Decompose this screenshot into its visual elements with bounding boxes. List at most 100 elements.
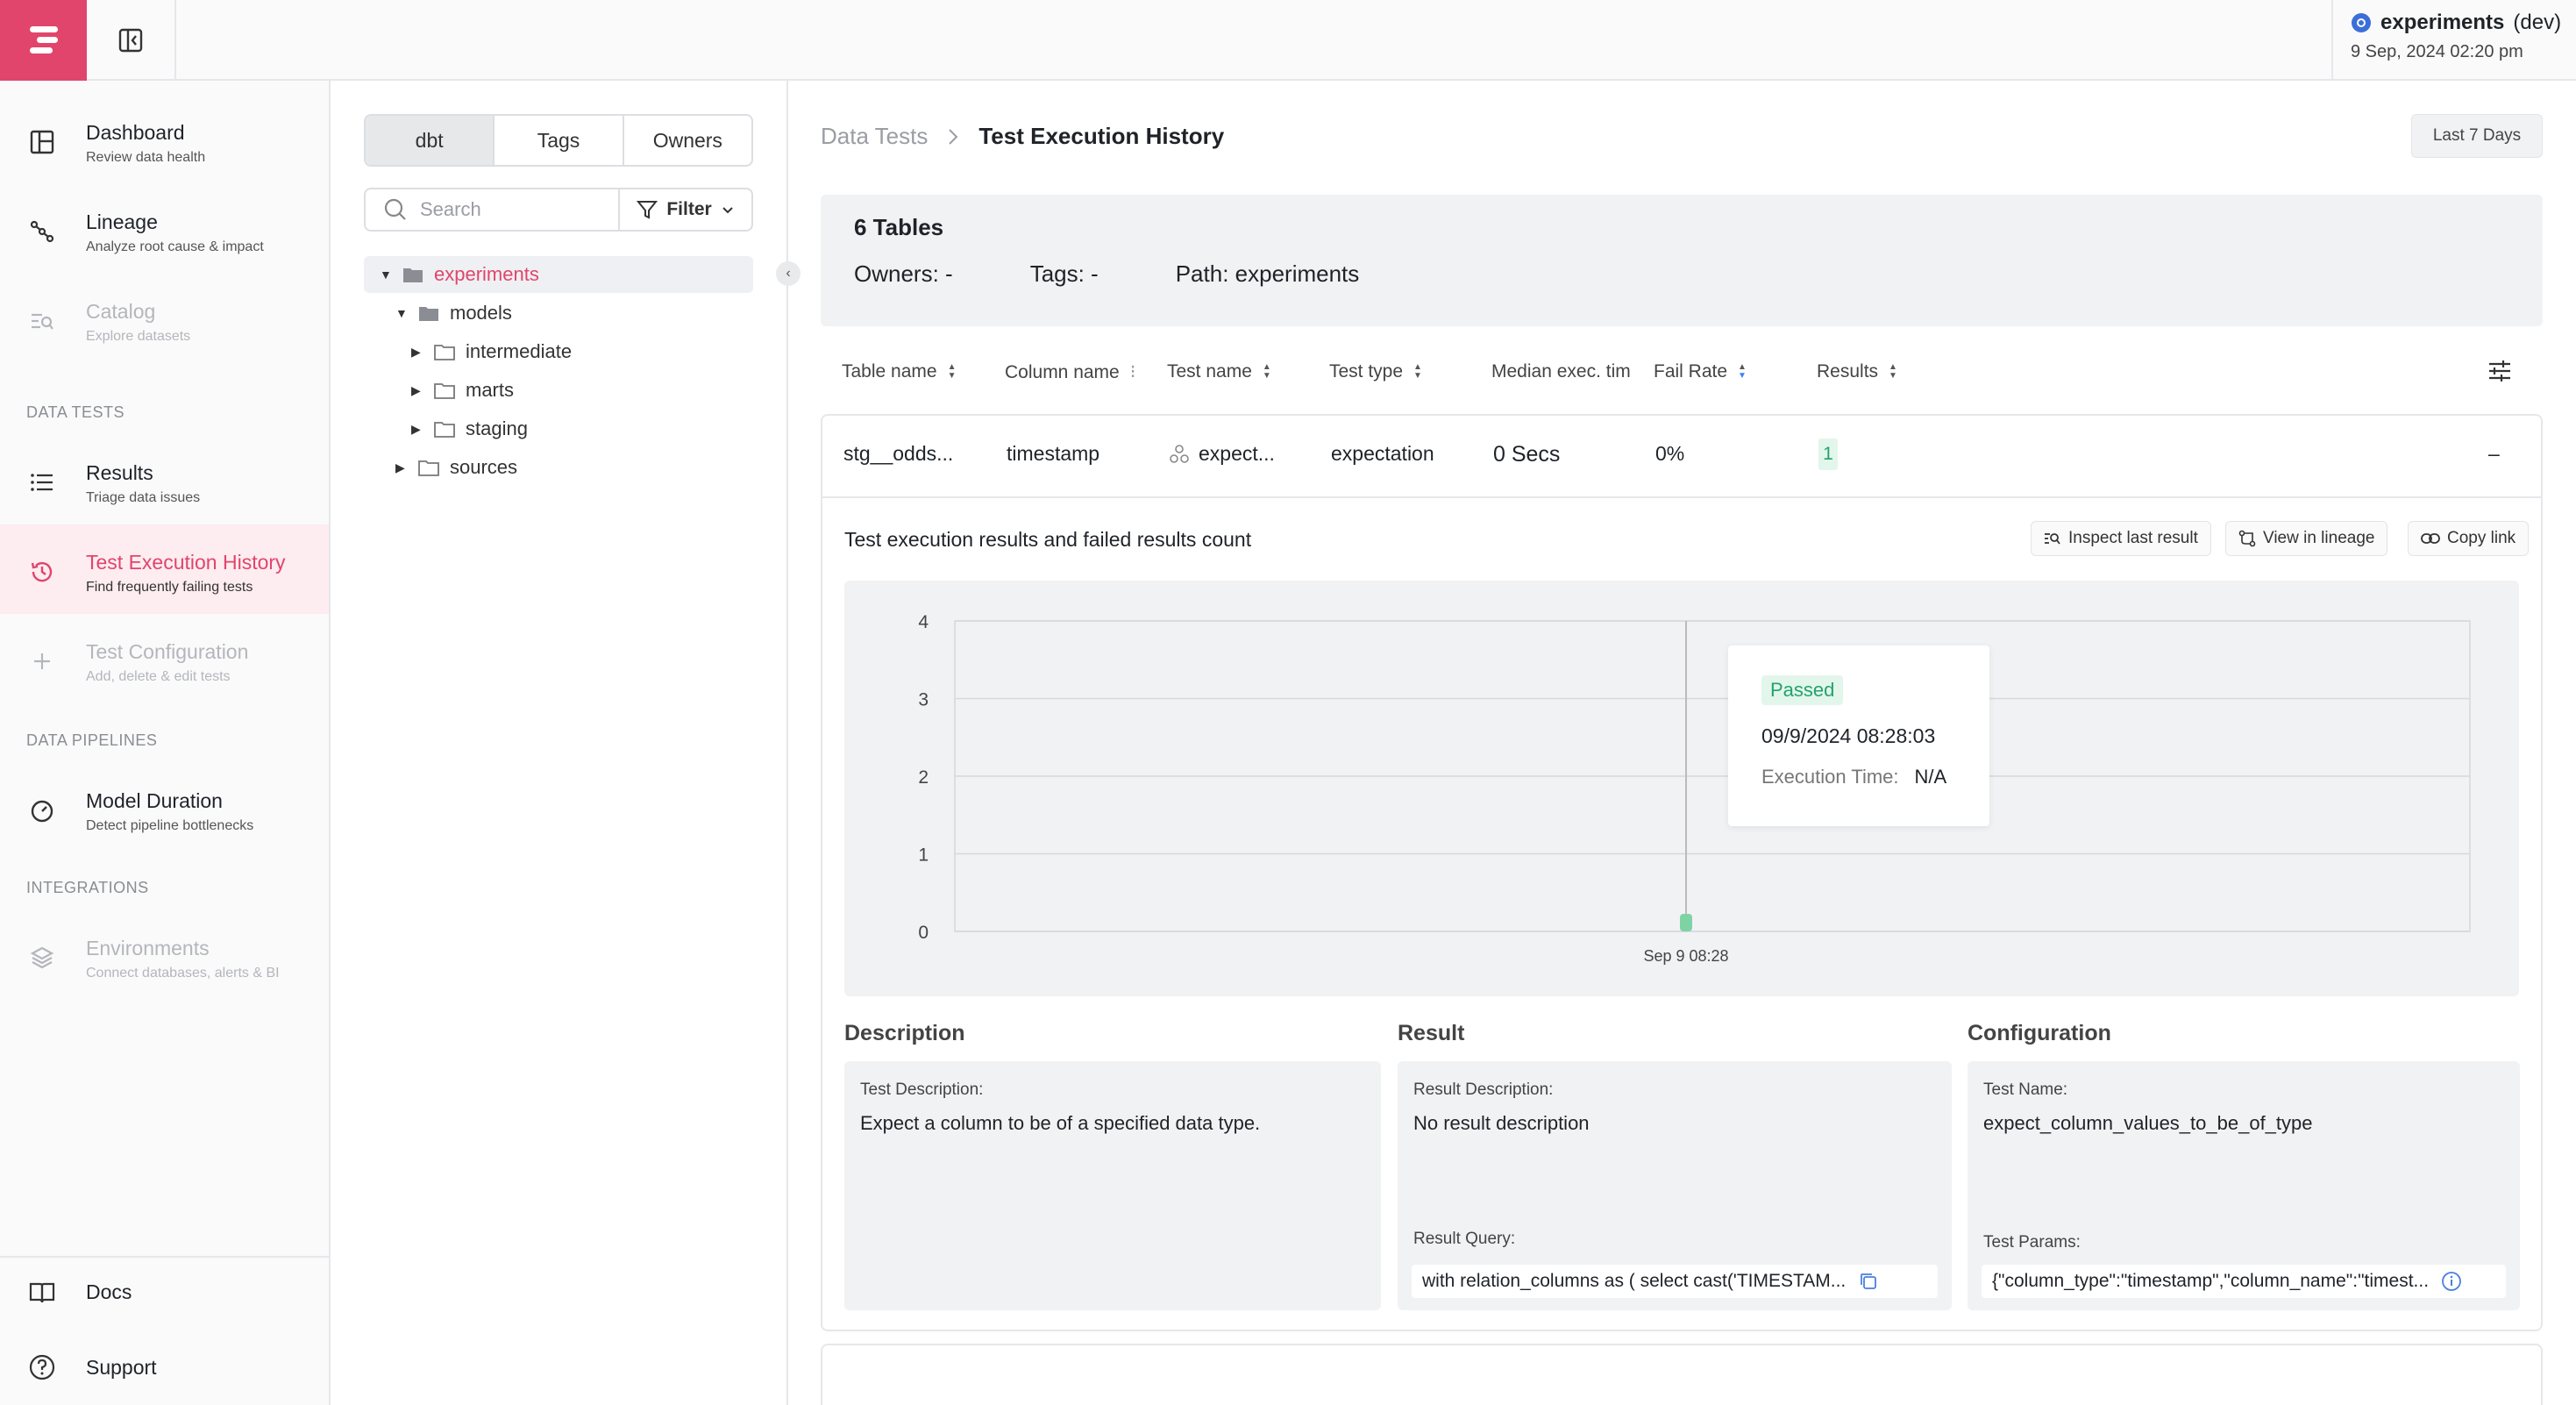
description-label: Test Description:: [860, 1080, 984, 1099]
status-badge: Passed: [1761, 675, 1844, 705]
sidebar-item-catalog[interactable]: Catalog Explore datasets: [0, 274, 329, 363]
y-tick-label: 3: [918, 690, 929, 710]
tree-panel: dbt Tags Owners Search Filter ‹ ▼ experi…: [331, 81, 801, 1405]
config-label: Test Name:: [1983, 1080, 2068, 1099]
col-results[interactable]: Results ▲ ▼: [1817, 361, 1897, 382]
docs-link[interactable]: Docs: [26, 1280, 132, 1304]
support-link[interactable]: Support: [26, 1354, 157, 1380]
results-badge[interactable]: 1: [1818, 439, 1838, 470]
cell-test-name: expect...: [1169, 442, 1275, 466]
action-label: Copy link: [2447, 529, 2516, 547]
view-in-lineage-button[interactable]: View in lineage: [2225, 521, 2388, 556]
tab-dbt[interactable]: dbt: [366, 116, 495, 165]
info-icon[interactable]: [2441, 1271, 2462, 1292]
tree-node-experiments[interactable]: ▼ experiments: [364, 256, 753, 293]
tree-node-label: experiments: [434, 263, 539, 285]
description-panel: Test Description: Expect a column to be …: [844, 1061, 1381, 1310]
nav-subtitle: Connect databases, alerts & BI: [86, 966, 280, 981]
action-label: Inspect last result: [2068, 529, 2198, 547]
col-table-name[interactable]: Table name ▲ ▼: [842, 361, 956, 382]
cell-test-type: expectation: [1331, 442, 1434, 465]
chart-title: Test execution results and failed result…: [844, 528, 1252, 551]
list-icon: [26, 467, 58, 498]
link-icon: [2421, 533, 2440, 544]
summary-owners: Owners: -: [854, 260, 953, 287]
sidebar-item-test-configuration[interactable]: Test Configuration Add, delete & edit tes…: [0, 614, 329, 703]
environment-selector[interactable]: experiments (dev) 9 Sep, 2024 02:20 pm: [2331, 0, 2576, 81]
app-logo[interactable]: [0, 0, 87, 81]
tooltip-date: 09/9/2024 08:28:03: [1761, 724, 1936, 747]
book-icon: [26, 1281, 58, 1304]
folder-icon: [434, 345, 455, 360]
result-query-text: with relation_columns as ( select cast('…: [1422, 1271, 1847, 1291]
nav-title: Test Configuration: [86, 640, 249, 663]
sidebar-item-test-execution-history[interactable]: Test Execution History Find frequently fa…: [0, 524, 329, 614]
sort-icon: ▲ ▼: [1413, 362, 1422, 381]
col-test-name[interactable]: Test name ▲ ▼: [1167, 361, 1271, 382]
col-median-exec[interactable]: Median exec. tim: [1491, 361, 1631, 382]
test-name-label: expect...: [1199, 442, 1275, 465]
description-value: Expect a column to be of a specified dat…: [860, 1112, 1261, 1134]
copy-link-button[interactable]: Copy link: [2408, 521, 2530, 556]
chevron-down-icon: [722, 207, 733, 214]
result-label: Result Description:: [1413, 1080, 1554, 1099]
filter-button[interactable]: Filter: [618, 188, 753, 232]
col-label: Median exec. tim: [1491, 361, 1631, 382]
tree-node-label: marts: [466, 379, 514, 401]
column-settings-button[interactable]: [2487, 358, 2513, 384]
tree-node-intermediate[interactable]: ▶ intermediate: [411, 333, 572, 370]
tab-owners[interactable]: Owners: [624, 116, 751, 165]
sidebar-item-results[interactable]: Results Triage data issues: [0, 435, 329, 524]
sidebar-item-model-duration[interactable]: Model Duration Detect pipeline bottleneck…: [0, 763, 329, 852]
tree-node-staging[interactable]: ▶ staging: [411, 410, 528, 447]
result-value: No result description: [1413, 1112, 1590, 1134]
sort-icon: ▲ ▼: [1262, 362, 1271, 381]
date-range-button[interactable]: Last 7 Days: [2411, 114, 2543, 158]
inspect-last-result-button[interactable]: Inspect last result: [2031, 521, 2211, 556]
y-tick-label: 4: [918, 612, 929, 632]
sidebar-divider: [0, 1256, 329, 1258]
search-input[interactable]: Search: [364, 188, 620, 232]
chart-svg: 0 1 2 3 4 Sep 9 08:28: [918, 612, 2471, 965]
tree-node-sources[interactable]: ▶ sources: [395, 449, 517, 486]
tab-tags[interactable]: Tags: [495, 116, 624, 165]
sliders-icon: [2489, 360, 2510, 382]
test-package-icon: [1170, 444, 1189, 463]
col-column-name[interactable]: Column name ⁝: [1005, 361, 1135, 383]
col-fail-rate[interactable]: Fail Rate ▲ ▼: [1654, 361, 1747, 382]
nav-title: Lineage: [86, 210, 158, 233]
tree-tab-group: dbt Tags Owners: [364, 114, 753, 167]
nav-subtitle: Add, delete & edit tests: [86, 669, 231, 684]
tree-node-label: models: [450, 302, 512, 324]
breadcrumb-data-tests[interactable]: Data Tests: [821, 123, 928, 150]
folder-open-icon: [403, 268, 423, 282]
sidebar-item-lineage[interactable]: Lineage Analyze root cause & impact: [0, 184, 329, 274]
catalog-icon: [26, 305, 58, 337]
tree-node-marts[interactable]: ▶ marts: [411, 372, 514, 409]
panel-left-icon: [118, 28, 143, 53]
table-row[interactable]: [821, 1344, 2543, 1405]
copy-icon[interactable]: [1858, 1271, 1879, 1292]
tree-node-label: staging: [466, 417, 528, 439]
nav-subtitle: Review data health: [86, 150, 206, 165]
tree-node-models[interactable]: ▼ models: [395, 295, 512, 332]
caret-right-icon: ▶: [395, 460, 405, 474]
caret-right-icon: ▶: [411, 421, 421, 436]
nav-title: Results: [86, 461, 153, 484]
col-label: Test type: [1329, 361, 1404, 382]
sidebar-item-environments[interactable]: Environments Connect databases, alerts & …: [0, 910, 329, 1000]
inspect-icon: [2045, 533, 2060, 545]
collapse-row-button[interactable]: –: [2488, 442, 2500, 466]
nav-title: Model Duration: [86, 789, 223, 812]
nav-title: Dashboard: [86, 121, 185, 144]
table-row[interactable]: stg__odds... timestamp expect... expecta…: [822, 416, 2541, 498]
env-suffix: (dev): [2513, 11, 2562, 34]
help-icon: [26, 1354, 58, 1380]
cell-fail-rate: 0%: [1655, 442, 1685, 465]
col-test-type[interactable]: Test type ▲ ▼: [1329, 361, 1422, 382]
lineage-icon: [2238, 530, 2256, 547]
sidebar-toggle-button[interactable]: [87, 0, 176, 81]
configuration-heading: Configuration: [1968, 1021, 2111, 1045]
filter-label: Filter: [666, 199, 712, 219]
sidebar-item-dashboard[interactable]: Dashboard Review data health: [0, 95, 329, 184]
